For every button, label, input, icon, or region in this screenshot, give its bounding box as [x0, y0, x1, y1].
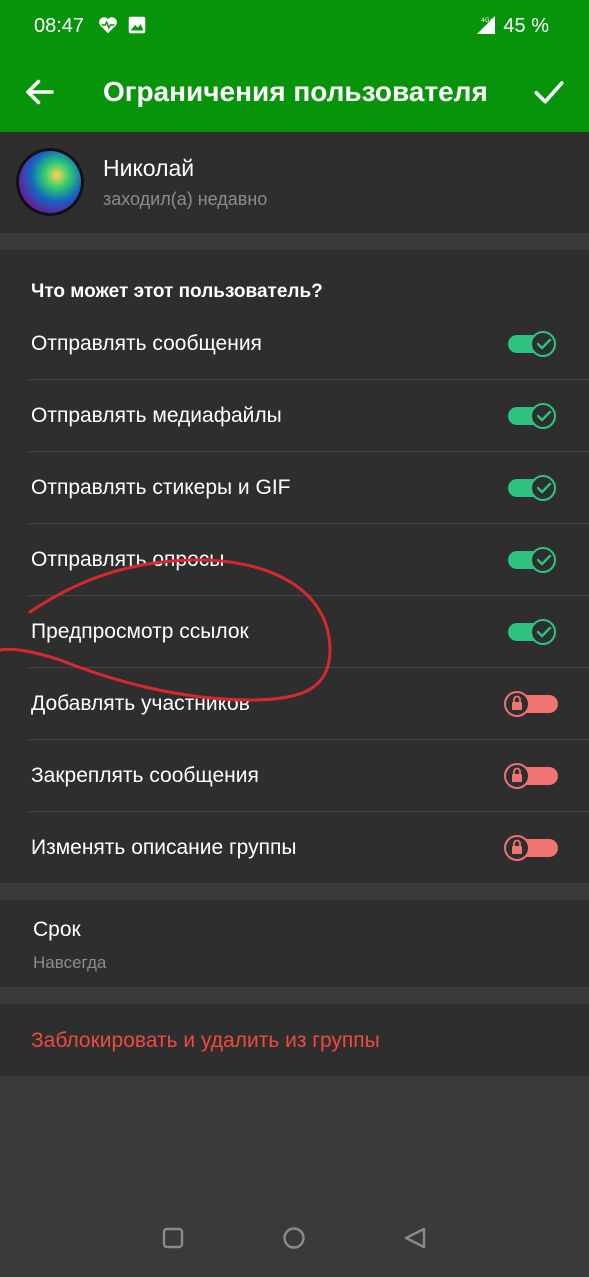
- term-value: Навсегда: [33, 953, 107, 972]
- check-icon: [536, 338, 552, 350]
- lock-icon: [512, 695, 522, 710]
- lock-icon: [512, 767, 522, 782]
- user-card: Николай заходил(а) недавно: [0, 132, 589, 233]
- permissions-header: Что может этот пользователь?: [31, 281, 323, 302]
- check-icon: [536, 410, 552, 422]
- permission-row-send-stickers[interactable]: Отправлять стикеры и GIF: [0, 452, 589, 524]
- permission-row-link-preview[interactable]: Предпросмотр ссылок: [0, 596, 589, 668]
- check-icon: [536, 482, 552, 494]
- ban-and-remove-button[interactable]: Заблокировать и удалить из группы: [0, 1004, 589, 1076]
- toggle-switch-on[interactable]: [508, 545, 558, 575]
- permissions-section: Что может этот пользователь? Отправлять …: [0, 250, 589, 883]
- permission-row-change-info[interactable]: Изменять описание группы: [0, 812, 589, 884]
- permission-row-pin-messages[interactable]: Закреплять сообщения: [0, 740, 589, 812]
- term-title: Срок: [33, 918, 81, 941]
- permission-label: Предпросмотр ссылок: [31, 620, 249, 643]
- signal-icon: 4G+: [477, 16, 495, 34]
- user-name: Николай: [103, 155, 195, 181]
- permission-label: Отправлять сообщения: [31, 332, 262, 355]
- toggle-switch-locked[interactable]: [504, 689, 558, 719]
- permission-label: Закреплять сообщения: [31, 764, 259, 787]
- battery-level: 45 %: [503, 15, 549, 37]
- toggle-switch-on[interactable]: [508, 617, 558, 647]
- home-circle-icon[interactable]: [280, 1224, 308, 1252]
- back-triangle-icon[interactable]: [401, 1224, 429, 1252]
- svg-text:4G+: 4G+: [481, 17, 495, 24]
- toggle-switch-on[interactable]: [508, 401, 558, 431]
- check-icon: [536, 626, 552, 638]
- toggle-switch-on[interactable]: [508, 473, 558, 503]
- page-title: Ограничения пользователя: [103, 76, 488, 107]
- term-setting[interactable]: Срок Навсегда: [0, 900, 589, 987]
- app-header: 08:47 4G+ 45 % Ограничения пользователя: [0, 0, 589, 132]
- ban-label: Заблокировать и удалить из группы: [31, 1029, 380, 1052]
- toggle-switch-locked[interactable]: [504, 761, 558, 791]
- permission-label: Отправлять медиафайлы: [31, 404, 282, 427]
- permission-label: Отправлять опросы: [31, 548, 225, 571]
- lock-icon: [512, 839, 522, 854]
- user-status: заходил(а) недавно: [103, 189, 268, 209]
- status-bar: 08:47 4G+ 45 %: [0, 0, 589, 52]
- permission-label: Изменять описание группы: [31, 836, 297, 859]
- permission-label: Отправлять стикеры и GIF: [31, 476, 291, 499]
- system-navigation-bar: [0, 1200, 589, 1277]
- image-icon: [128, 16, 146, 34]
- permission-row-add-members[interactable]: Добавлять участников: [0, 668, 589, 740]
- toggle-switch-on[interactable]: [508, 329, 558, 359]
- status-time: 08:47: [34, 15, 85, 37]
- avatar: [16, 148, 84, 216]
- permission-row-send-media[interactable]: Отправлять медиафайлы: [0, 380, 589, 452]
- heart-pulse-icon: [99, 17, 117, 34]
- recents-square-icon[interactable]: [159, 1224, 187, 1252]
- permission-label: Добавлять участников: [31, 692, 250, 715]
- checkmark-icon[interactable]: [531, 74, 567, 110]
- permission-row-send-messages[interactable]: Отправлять сообщения: [0, 308, 589, 380]
- check-icon: [536, 554, 552, 566]
- toggle-switch-locked[interactable]: [504, 833, 558, 863]
- permission-row-send-polls[interactable]: Отправлять опросы: [0, 524, 589, 596]
- arrow-left-icon[interactable]: [22, 74, 58, 110]
